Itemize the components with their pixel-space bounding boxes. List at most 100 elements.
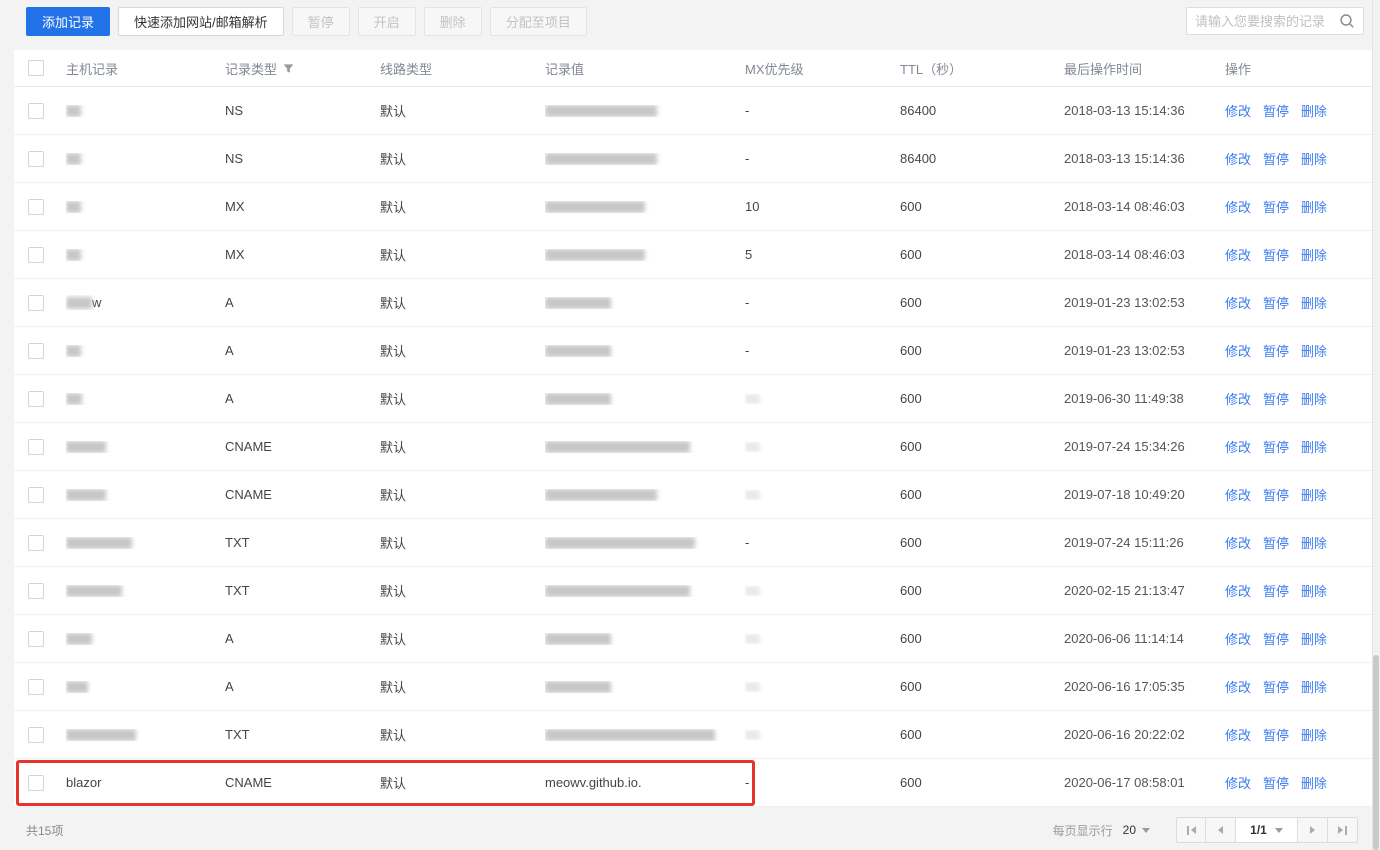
action-modify-link[interactable]: 修改: [1225, 389, 1251, 408]
action-delete-link[interactable]: 删除: [1301, 101, 1327, 120]
action-modify-link[interactable]: 修改: [1225, 485, 1251, 504]
action-modify-link[interactable]: 修改: [1225, 197, 1251, 216]
action-delete-link[interactable]: 删除: [1301, 629, 1327, 648]
search-icon[interactable]: [1339, 13, 1355, 29]
action-modify-link[interactable]: 修改: [1225, 773, 1251, 792]
row-checkbox[interactable]: [28, 774, 44, 791]
pause-button[interactable]: 暂停: [291, 6, 350, 36]
action-pause-link[interactable]: 暂停: [1263, 773, 1289, 792]
assign-project-button[interactable]: 分配至项目: [489, 6, 587, 36]
action-pause-link[interactable]: 暂停: [1263, 581, 1289, 600]
action-pause-link[interactable]: 暂停: [1263, 245, 1289, 264]
header-record-value: 记录值: [545, 61, 585, 77]
action-delete-link[interactable]: 删除: [1301, 341, 1327, 360]
action-pause-link[interactable]: 暂停: [1263, 149, 1289, 168]
action-modify-link[interactable]: 修改: [1225, 245, 1251, 264]
action-delete-link[interactable]: 删除: [1301, 245, 1327, 264]
scrollbar[interactable]: [1372, 0, 1380, 850]
row-checkbox[interactable]: [28, 390, 44, 407]
search-input[interactable]: [1195, 13, 1339, 29]
row-checkbox[interactable]: [28, 678, 44, 695]
table-row: NS 默认 - 86400 2018-03-13 15:14:36 修改 暂停 删除: [14, 135, 1380, 183]
table-row: TXT 默认 600 2020-02-15 21:13:47 修改 暂停 删除: [14, 567, 1380, 615]
action-delete-link[interactable]: 删除: [1301, 149, 1327, 168]
line-type: 默认: [380, 392, 407, 407]
enable-button[interactable]: 开启: [357, 6, 416, 36]
row-checkbox[interactable]: [28, 198, 44, 215]
ttl-value: 86400: [900, 103, 937, 118]
mx-priority: 10: [745, 199, 760, 214]
table-row: blazor CNAME 默认 meowv.github.io. - 600 2020-06…: [14, 759, 1380, 807]
search-box[interactable]: [1186, 7, 1364, 35]
row-checkbox[interactable]: [28, 534, 44, 551]
per-page-select[interactable]: 20: [1123, 823, 1150, 837]
row-checkbox[interactable]: [28, 294, 44, 311]
action-modify-link[interactable]: 修改: [1225, 293, 1251, 312]
scrollbar-thumb[interactable]: [1373, 655, 1379, 850]
row-checkbox[interactable]: [28, 150, 44, 167]
action-pause-link[interactable]: 暂停: [1263, 341, 1289, 360]
action-pause-link[interactable]: 暂停: [1263, 725, 1289, 744]
last-operated-time: 2020-02-15 21:13:47: [1064, 583, 1185, 598]
row-checkbox[interactable]: [28, 582, 44, 599]
record-type: A: [225, 631, 234, 646]
action-delete-link[interactable]: 删除: [1301, 533, 1327, 552]
table-row: TXT 默认 - 600 2019-07-24 15:11:26 修改 暂停 删除: [14, 519, 1380, 567]
action-modify-link[interactable]: 修改: [1225, 437, 1251, 456]
table-row: NS 默认 - 86400 2018-03-13 15:14:36 修改 暂停 删除: [14, 87, 1380, 135]
action-pause-link[interactable]: 暂停: [1263, 533, 1289, 552]
action-modify-link[interactable]: 修改: [1225, 533, 1251, 552]
redacted-record-value: [545, 104, 657, 117]
table-row: w A 默认 - 600 2019-01-23 13:02:53 修改 暂停 删除: [14, 279, 1380, 327]
action-delete-link[interactable]: 删除: [1301, 437, 1327, 456]
row-checkbox[interactable]: [28, 726, 44, 743]
row-checkbox[interactable]: [28, 438, 44, 455]
next-page-button[interactable]: [1298, 817, 1328, 843]
ttl-value: 600: [900, 295, 922, 310]
prev-page-button[interactable]: [1206, 817, 1236, 843]
first-page-button[interactable]: [1176, 817, 1206, 843]
row-checkbox[interactable]: [28, 630, 44, 647]
last-page-button[interactable]: [1328, 817, 1358, 843]
action-delete-link[interactable]: 删除: [1301, 197, 1327, 216]
table-header: 主机记录 记录类型 线路类型 记录值 MX优先级 TTL（秒） 最后操作时间 操…: [14, 50, 1380, 87]
action-modify-link[interactable]: 修改: [1225, 101, 1251, 120]
action-pause-link[interactable]: 暂停: [1263, 197, 1289, 216]
line-type: 默认: [380, 344, 407, 359]
select-all-checkbox[interactable]: [28, 60, 44, 76]
action-pause-link[interactable]: 暂停: [1263, 437, 1289, 456]
redacted-host-record: [66, 488, 106, 501]
filter-icon[interactable]: [283, 63, 294, 74]
host-record: blazor: [66, 775, 102, 790]
action-delete-link[interactable]: 删除: [1301, 581, 1327, 600]
action-delete-link[interactable]: 删除: [1301, 773, 1327, 792]
add-record-button[interactable]: 添加记录: [26, 6, 111, 36]
delete-button[interactable]: 删除: [423, 6, 482, 36]
action-modify-link[interactable]: 修改: [1225, 341, 1251, 360]
action-pause-link[interactable]: 暂停: [1263, 677, 1289, 696]
redacted-host-record: [66, 584, 122, 597]
action-pause-link[interactable]: 暂停: [1263, 293, 1289, 312]
page-indicator[interactable]: 1/1: [1236, 817, 1298, 843]
action-modify-link[interactable]: 修改: [1225, 581, 1251, 600]
line-type: 默认: [380, 440, 407, 455]
action-delete-link[interactable]: 删除: [1301, 677, 1327, 696]
action-modify-link[interactable]: 修改: [1225, 149, 1251, 168]
row-checkbox[interactable]: [28, 342, 44, 359]
action-delete-link[interactable]: 删除: [1301, 389, 1327, 408]
row-checkbox[interactable]: [28, 102, 44, 119]
quick-add-button[interactable]: 快速添加网站/邮箱解析: [118, 6, 284, 36]
row-checkbox[interactable]: [28, 486, 44, 503]
action-pause-link[interactable]: 暂停: [1263, 629, 1289, 648]
action-modify-link[interactable]: 修改: [1225, 677, 1251, 696]
action-delete-link[interactable]: 删除: [1301, 293, 1327, 312]
action-delete-link[interactable]: 删除: [1301, 725, 1327, 744]
action-pause-link[interactable]: 暂停: [1263, 101, 1289, 120]
action-pause-link[interactable]: 暂停: [1263, 389, 1289, 408]
action-pause-link[interactable]: 暂停: [1263, 485, 1289, 504]
action-modify-link[interactable]: 修改: [1225, 629, 1251, 648]
row-checkbox[interactable]: [28, 246, 44, 263]
record-type: TXT: [225, 727, 250, 742]
action-modify-link[interactable]: 修改: [1225, 725, 1251, 744]
action-delete-link[interactable]: 删除: [1301, 485, 1327, 504]
